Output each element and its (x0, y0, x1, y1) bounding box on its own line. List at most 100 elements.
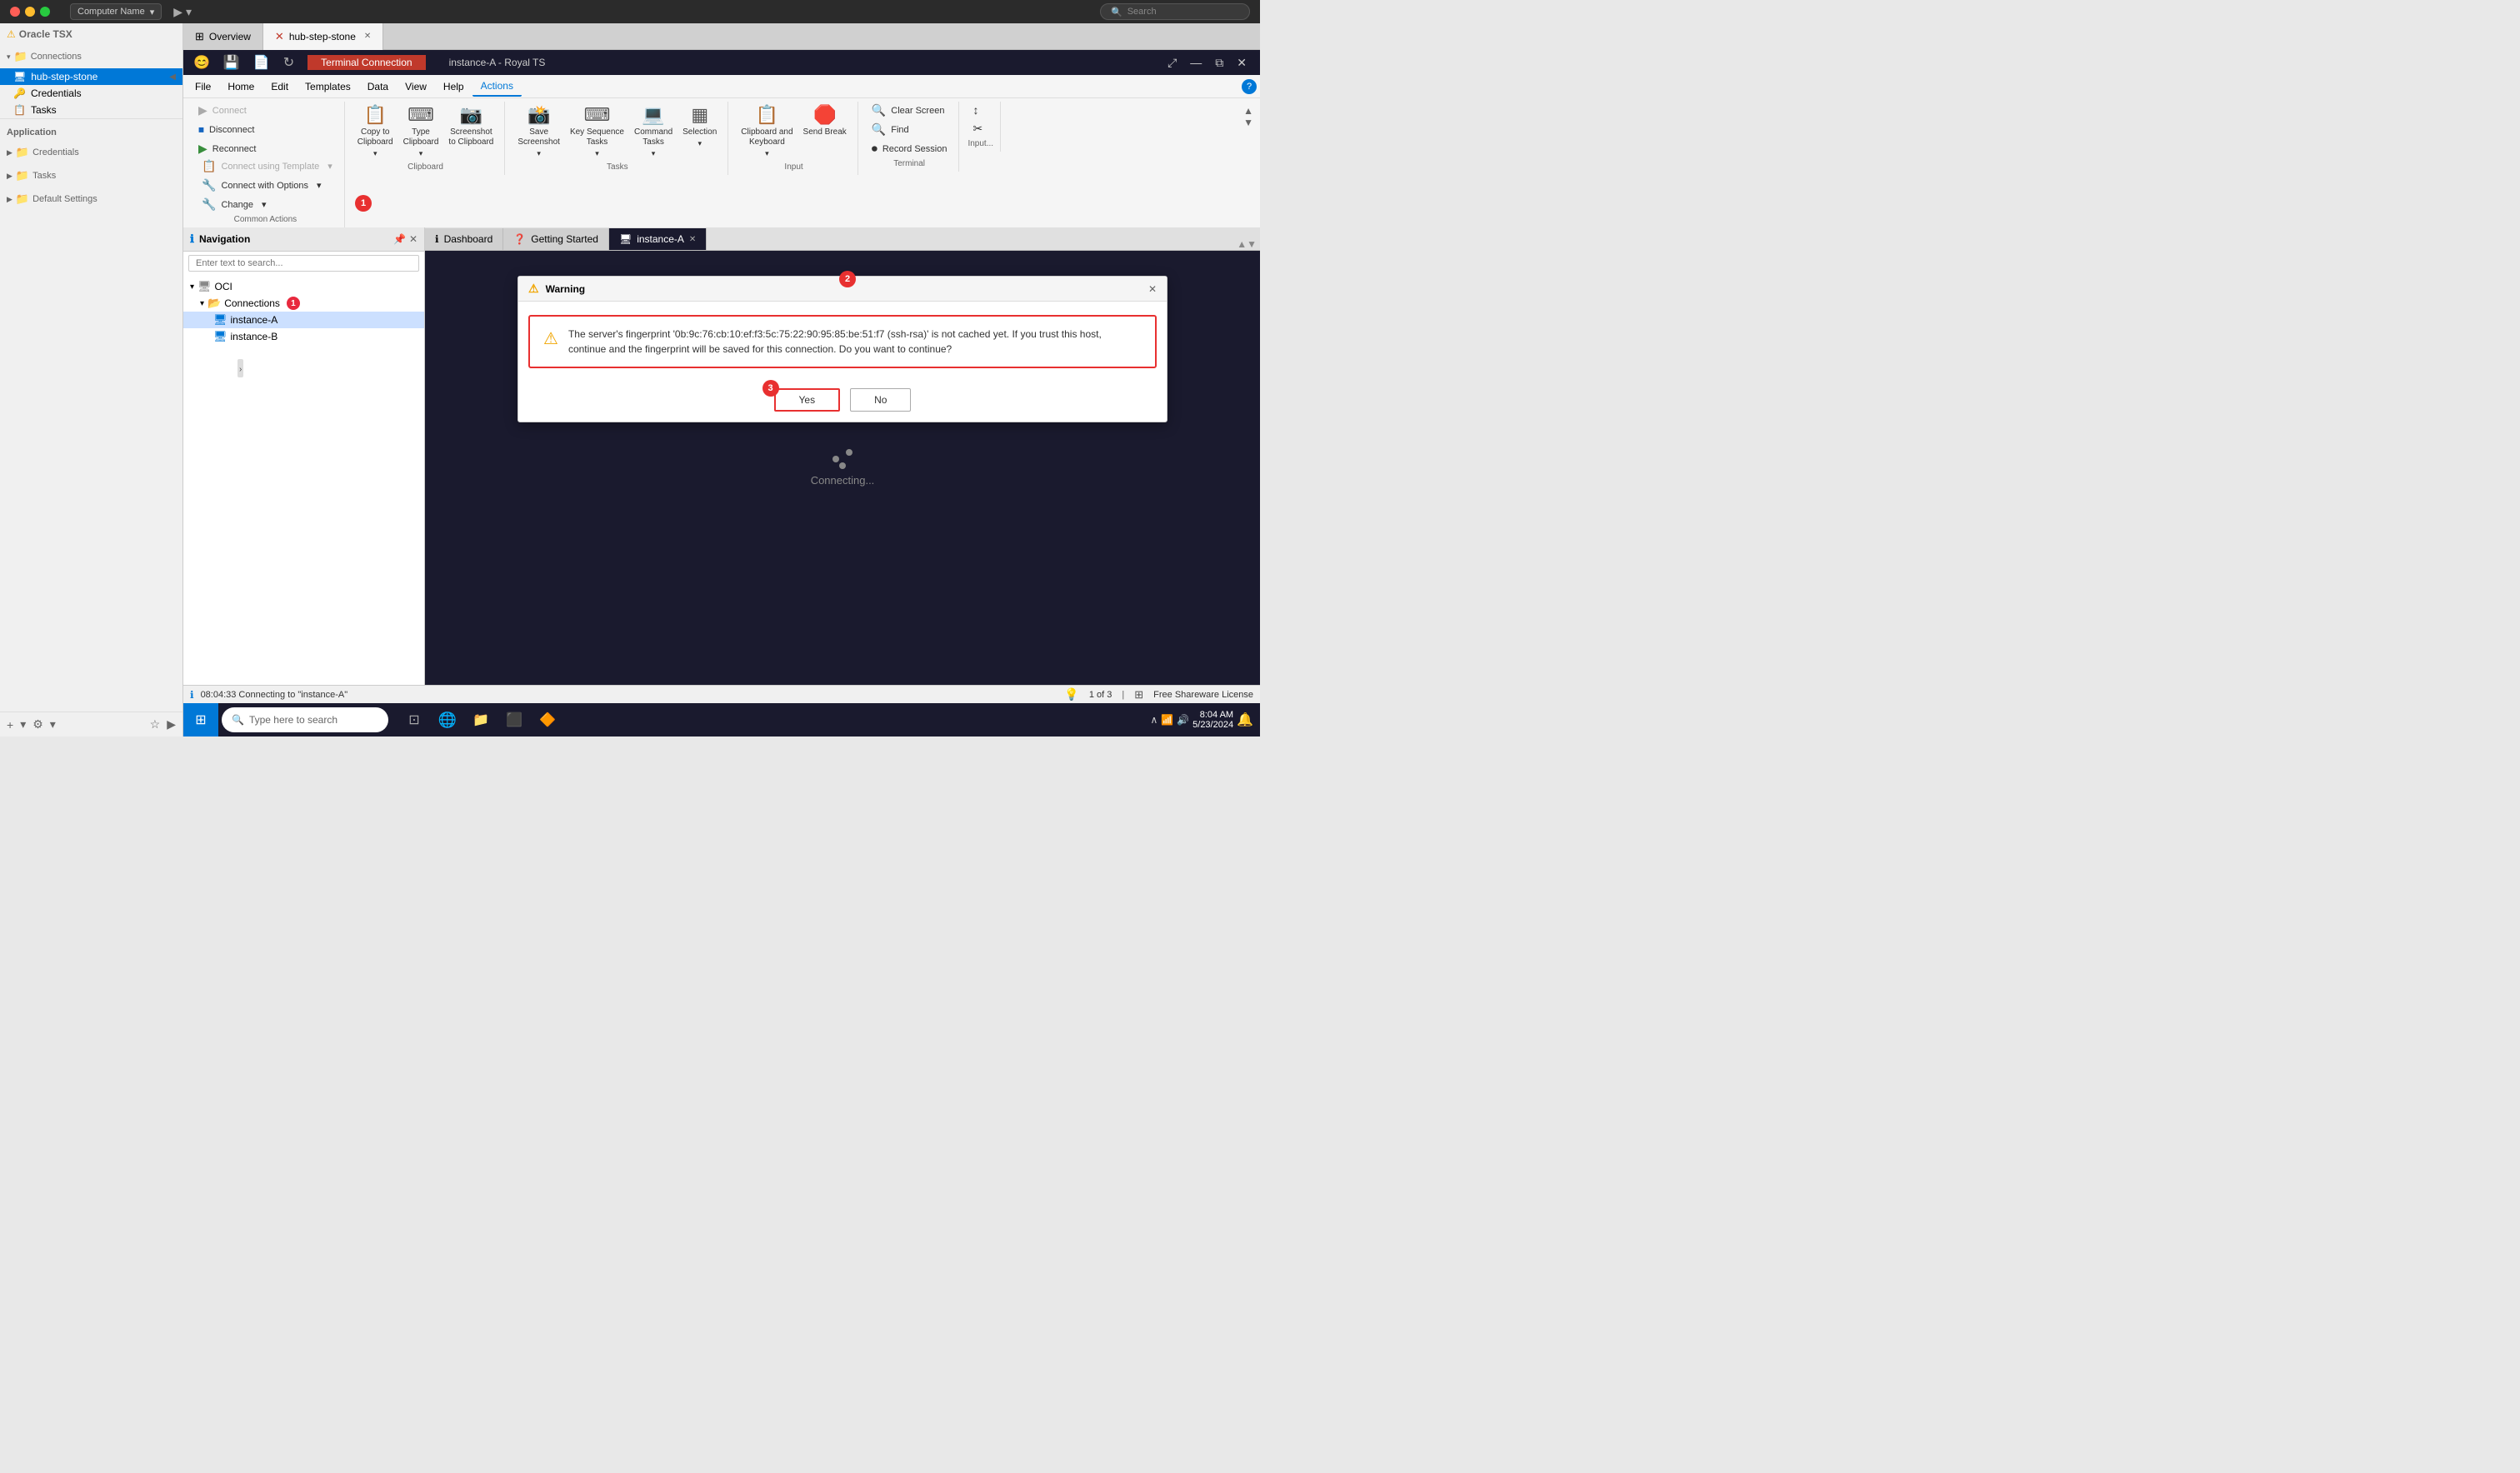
tab-scroll-down-icon[interactable]: ▼ (1247, 238, 1257, 250)
minimize-term-btn[interactable]: — (1187, 56, 1205, 70)
ribbon-connect-btn[interactable]: ▶ Connect (193, 102, 261, 119)
ribbon-selection-btn[interactable]: ▦ Selection ▾ (678, 102, 721, 151)
ribbon-more-scissors-btn[interactable]: ✂ (968, 120, 988, 137)
maximize-term-btn[interactable]: ⤢ (1164, 56, 1180, 70)
minimize-tl[interactable] (25, 7, 35, 17)
ribbon-key-sequence-btn[interactable]: ⌨ Key Sequence Tasks ▾ (566, 102, 628, 161)
collapse-down-icon[interactable]: ▼ (1243, 117, 1253, 128)
ribbon-change-btn[interactable]: 🔧 Change ▾ (197, 196, 338, 213)
menu-edit[interactable]: Edit (262, 77, 297, 96)
down2-btn[interactable]: ▾ (48, 716, 58, 733)
status-message: 08:04:33 Connecting to "instance-A" (201, 690, 348, 700)
edge-icon: 🌐 (438, 712, 457, 729)
menu-view[interactable]: View (397, 77, 435, 96)
up-arrow-taskbar[interactable]: ∧ (1150, 714, 1158, 726)
tab-hub-step-stone[interactable]: ✕ hub-step-stone ✕ (263, 23, 383, 50)
panel-container: ℹ Navigation 📌 ✕ ▾ 🖥 OCI (183, 227, 1260, 685)
ribbon-command-tasks-btn[interactable]: 💻 Command Tasks ▾ (630, 102, 677, 161)
ribbon-clear-screen-btn[interactable]: 🔍 Clear Screen (867, 102, 952, 119)
menu-help[interactable]: Help (435, 77, 472, 96)
nav-tree-connections[interactable]: ▾ 📂 Connections 1 (183, 295, 424, 312)
ribbon-terminal: 🔍 Clear Screen 🔍 Find ⏺ Record Session T… (860, 102, 960, 172)
ribbon-disconnect-btn[interactable]: ⏹ Disconnect (193, 121, 261, 138)
ribbon-save-screenshot-btn[interactable]: 📸 Save Screenshot ▾ (513, 102, 564, 161)
sidebar: ⚠ Oracle TSX ▾ 📁 Connections 🖥 hub-step-… (0, 23, 183, 736)
close-term-btn[interactable]: ✕ (1233, 56, 1250, 70)
maximize-tl[interactable] (40, 7, 50, 17)
content-tab-getting-started[interactable]: ❓ Getting Started (503, 228, 609, 250)
taskbar-icon-terminal[interactable]: ⬛ (498, 703, 530, 736)
nav-search-input[interactable] (188, 255, 419, 272)
chevron-down-icon: ▾ (7, 52, 11, 62)
tab-close-btn[interactable]: ✕ (364, 32, 371, 41)
star-btn[interactable]: ☆ (148, 716, 162, 733)
ribbon-copy-clipboard-btn[interactable]: 📋 Copy to Clipboard ▾ (353, 102, 398, 161)
nav-tree-instance-b[interactable]: 🖥 instance-B (183, 328, 424, 345)
ribbon-connect-options-btn[interactable]: 🔧 Connect with Options ▾ (197, 177, 338, 194)
menu-home[interactable]: Home (219, 77, 262, 96)
sidebar-connections-group[interactable]: ▾ 📁 Connections (0, 45, 182, 68)
tab-overview[interactable]: ⊞ Overview (183, 23, 263, 50)
content-tab-close-btn[interactable]: ✕ (689, 235, 696, 244)
taskbar-icon-app[interactable]: 🔶 (532, 703, 563, 736)
tab-scroll-up-icon[interactable]: ▲ (1237, 238, 1247, 250)
ribbon-type-clipboard-btn[interactable]: ⌨ Type Clipboard ▾ (399, 102, 443, 161)
play-btn[interactable]: ▶ (173, 5, 182, 19)
taskbar-icon-explorer[interactable]: 📁 (465, 703, 497, 736)
ribbon-more-arrows-btn[interactable]: ↕ (968, 102, 988, 118)
nav-tree-instance-a[interactable]: 🖥 instance-A (183, 312, 424, 328)
close-nav-btn[interactable]: ✕ (409, 233, 418, 245)
collapse-btn[interactable]: ◀ (169, 72, 176, 82)
pin-icon[interactable]: 📌 (393, 233, 406, 245)
menu-data[interactable]: Data (359, 77, 397, 96)
ribbon-clipboard-keyboard-btn[interactable]: 📋 Clipboard and Keyboard ▾ (737, 102, 797, 161)
restore-term-btn[interactable]: ⧉ (1212, 56, 1227, 70)
nav-tree-oci[interactable]: ▾ 🖥 OCI (183, 278, 424, 295)
sidebar-app-tasks[interactable]: ▶ 📁 Tasks (7, 164, 176, 187)
down-btn[interactable]: ▾ (18, 716, 28, 733)
close-tl[interactable] (10, 7, 20, 17)
collapse-up-icon[interactable]: ▲ (1243, 105, 1253, 117)
warning-no-btn[interactable]: No (850, 388, 911, 412)
taskbar-icon-edge[interactable]: 🌐 (432, 703, 463, 736)
menu-templates[interactable]: Templates (297, 77, 359, 96)
down-arrow-btn[interactable]: ▾ (186, 5, 192, 19)
ribbon-screenshot-btn[interactable]: 📷 Screenshot to Clipboard (444, 102, 498, 150)
search-bar[interactable]: 🔍 Search (1100, 3, 1250, 20)
computer-name-select[interactable]: Computer Name ▾ (70, 3, 162, 20)
menu-actions[interactable]: Actions (472, 77, 522, 97)
play2-btn[interactable]: ▶ (165, 716, 178, 733)
terminal-header: 😊 💾 📄 ↻ Terminal Connection instance-A -… (183, 50, 1260, 75)
content-tab-dashboard[interactable]: ℹ Dashboard (425, 228, 503, 250)
content-tab-instance-a[interactable]: 🖥 instance-A ✕ (609, 228, 707, 250)
ribbon-record-session-btn[interactable]: ⏺ Record Session (867, 140, 952, 157)
sidebar-item-hub-step-stone[interactable]: 🖥 hub-step-stone ◀ (0, 68, 182, 85)
chevron-icon-2: ▾ (317, 180, 322, 191)
settings-bottom-btn[interactable]: ⚙ (31, 716, 45, 733)
help-btn[interactable]: ? (1242, 79, 1257, 94)
taskbar-icon-multitask[interactable]: ⊡ (398, 703, 430, 736)
notification-btn[interactable]: 🔔 (1237, 712, 1253, 728)
taskbar-search[interactable]: 🔍 Type here to search (222, 707, 388, 732)
sidebar-item-tasks[interactable]: 📋 Tasks (0, 102, 182, 118)
expand-panel-btn[interactable]: › (238, 359, 243, 377)
add-btn[interactable]: + (5, 717, 15, 733)
ribbon-find-btn[interactable]: 🔍 Find (867, 121, 952, 138)
sidebar-default-settings[interactable]: ▶ 📁 Default Settings (7, 187, 176, 211)
sidebar-item-credentials[interactable]: 🔑 Credentials (0, 85, 182, 102)
warning-body: ⚠ The server's fingerprint '0b:9c:76:cb:… (518, 302, 1167, 382)
sidebar-oracle-tsx[interactable]: ⚠ Oracle TSX (0, 23, 182, 45)
menu-file[interactable]: File (187, 77, 219, 96)
step3-circle: 3 (762, 380, 779, 397)
tasks-icon: 📋 (13, 104, 26, 116)
warning-dialog: ⚠ Warning ✕ ⚠ The server's fingerprint '… (518, 276, 1168, 422)
warning-yes-btn[interactable]: Yes (774, 388, 841, 412)
ribbon-send-break-btn[interactable]: 🛑 Send Break (799, 102, 851, 140)
page-info: 1 of 3 (1089, 690, 1112, 700)
credentials-icon: 🔑 (13, 87, 26, 99)
ribbon-reconnect-btn[interactable]: ▶ Reconnect (193, 140, 261, 157)
windows-btn[interactable]: ⊞ (183, 703, 218, 736)
warning-close-btn[interactable]: ✕ (1148, 283, 1157, 295)
ribbon-connect-template-btn[interactable]: 📋 Connect using Template ▾ (197, 157, 338, 175)
sidebar-app-credentials[interactable]: ▶ 📁 Credentials (7, 141, 176, 164)
